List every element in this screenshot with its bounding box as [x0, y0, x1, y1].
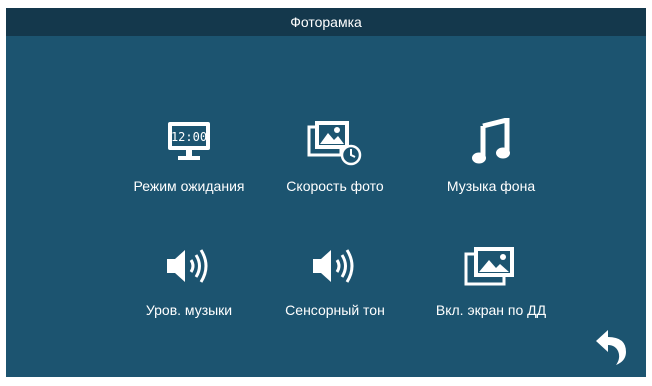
menu-item-photo-speed[interactable]: Скорость фото [250, 116, 420, 206]
menu-item-background-music[interactable]: Музыка фона [406, 116, 576, 206]
menu-item-touch-tone[interactable]: Сенсорный тон [250, 240, 420, 330]
menu-item-music-level[interactable]: Уров. музыки [104, 240, 274, 330]
clock-digits: 12:00 [171, 130, 207, 144]
photo-frame-screen: Фоторамка 12:00 Режим ожидания Скорость … [6, 8, 646, 377]
back-button[interactable] [592, 327, 632, 367]
music-note-icon [463, 116, 519, 168]
menu-label: Музыка фона [446, 178, 536, 194]
page-title: Фоторамка [290, 14, 362, 30]
photo-stack-icon [463, 240, 519, 292]
title-bar: Фоторамка [6, 8, 646, 36]
menu-item-screen-on-motion[interactable]: Вкл. экран по ДД [406, 240, 576, 330]
menu-label: Уров. музыки [145, 302, 233, 318]
back-arrow-icon [596, 330, 626, 365]
photo-speed-icon [307, 116, 363, 168]
menu-item-standby-mode[interactable]: 12:00 Режим ожидания [104, 116, 274, 206]
menu-label: Вкл. экран по ДД [435, 302, 547, 318]
monitor-clock-icon: 12:00 [161, 116, 217, 168]
menu-label: Режим ожидания [133, 178, 245, 194]
menu-label: Скорость фото [286, 178, 384, 194]
volume-icon [307, 240, 363, 292]
menu-label: Сенсорный тон [285, 302, 385, 318]
volume-icon [161, 240, 217, 292]
